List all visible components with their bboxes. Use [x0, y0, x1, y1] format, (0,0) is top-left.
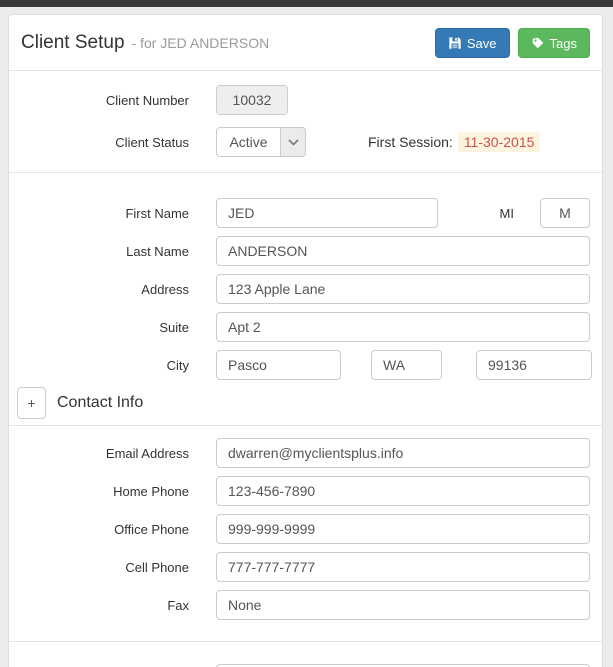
client-status-select[interactable]: Active	[216, 127, 306, 157]
save-button-label: Save	[466, 35, 497, 51]
address-field[interactable]	[216, 274, 590, 304]
last-name-field[interactable]	[216, 236, 590, 266]
suite-row: Suite	[21, 312, 590, 342]
suite-field[interactable]	[216, 312, 590, 342]
last-name-row: Last Name	[21, 236, 590, 266]
suite-label: Suite	[159, 319, 189, 335]
first-name-row: First Name MI	[21, 198, 590, 228]
client-number-row: Client Number	[21, 85, 590, 115]
first-session: First Session: 11-30-2015	[368, 132, 541, 152]
first-name-field[interactable]	[216, 198, 438, 228]
page-title: Client Setup	[21, 32, 125, 53]
mi-label: MI	[499, 205, 514, 221]
office-phone-label: Office Phone	[114, 521, 189, 537]
city-field[interactable]	[216, 350, 341, 380]
home-phone-label: Home Phone	[113, 483, 189, 499]
cell-phone-row: Cell Phone	[21, 552, 590, 582]
city-row: City	[21, 350, 592, 380]
email-row: Email Address	[21, 438, 590, 468]
chevron-down-icon	[280, 128, 305, 156]
fax-row: Fax	[21, 590, 590, 620]
state-field[interactable]	[371, 350, 442, 380]
tags-button[interactable]: Tags	[517, 28, 590, 58]
email-label: Email Address	[105, 445, 189, 461]
client-status-label: Client Status	[115, 134, 189, 150]
client-number-field	[216, 85, 288, 115]
cell-phone-label: Cell Phone	[125, 559, 189, 575]
client-status-row: Client Status Active First Session: 11-3…	[21, 127, 590, 157]
home-phone-field[interactable]	[216, 476, 590, 506]
home-phone-row: Home Phone	[21, 476, 590, 506]
cell-phone-field[interactable]	[216, 552, 590, 582]
contact-info-expander: + Contact Info	[9, 382, 602, 425]
card-header: Client Setup - for JED ANDERSON Save Tag…	[9, 15, 602, 71]
client-status-value: Active	[229, 134, 268, 150]
address-row: Address	[21, 274, 590, 304]
middle-initial-field[interactable]	[540, 198, 590, 228]
last-name-label: Last Name	[126, 243, 189, 259]
client-setup-card: Client Setup - for JED ANDERSON Save Tag…	[8, 14, 603, 667]
title-wrap: Client Setup - for JED ANDERSON	[21, 32, 269, 54]
first-session-label: First Session:	[368, 134, 453, 150]
contact-info-title: Contact Info	[57, 394, 144, 411]
expand-contact-info-button[interactable]: +	[17, 387, 46, 419]
ssn-section: SSN or ID#	[9, 642, 602, 667]
client-number-label: Client Number	[105, 92, 189, 108]
contact-section: Email Address Home Phone Office Phone Ce…	[9, 425, 602, 642]
tag-icon	[531, 36, 545, 50]
fax-label: Fax	[167, 597, 189, 613]
office-phone-field[interactable]	[216, 514, 590, 544]
page-subtitle: - for JED ANDERSON	[131, 35, 270, 51]
office-phone-row: Office Phone	[21, 514, 590, 544]
top-window-bar	[0, 0, 613, 7]
save-button[interactable]: Save	[434, 28, 510, 58]
floppy-save-icon	[448, 36, 462, 50]
tags-button-label: Tags	[549, 35, 577, 51]
first-name-label: First Name	[125, 205, 189, 221]
address-label: Address	[141, 281, 189, 297]
header-buttons: Save Tags	[434, 28, 590, 58]
zip-field[interactable]	[476, 350, 592, 380]
name-address-section: First Name MI Last Name Address Suite Ci…	[9, 173, 602, 382]
first-session-date: 11-30-2015	[457, 132, 541, 152]
identity-section: Client Number Client Status Active First…	[9, 71, 602, 173]
email-field[interactable]	[216, 438, 590, 468]
fax-field[interactable]	[216, 590, 590, 620]
city-label: City	[166, 357, 189, 373]
